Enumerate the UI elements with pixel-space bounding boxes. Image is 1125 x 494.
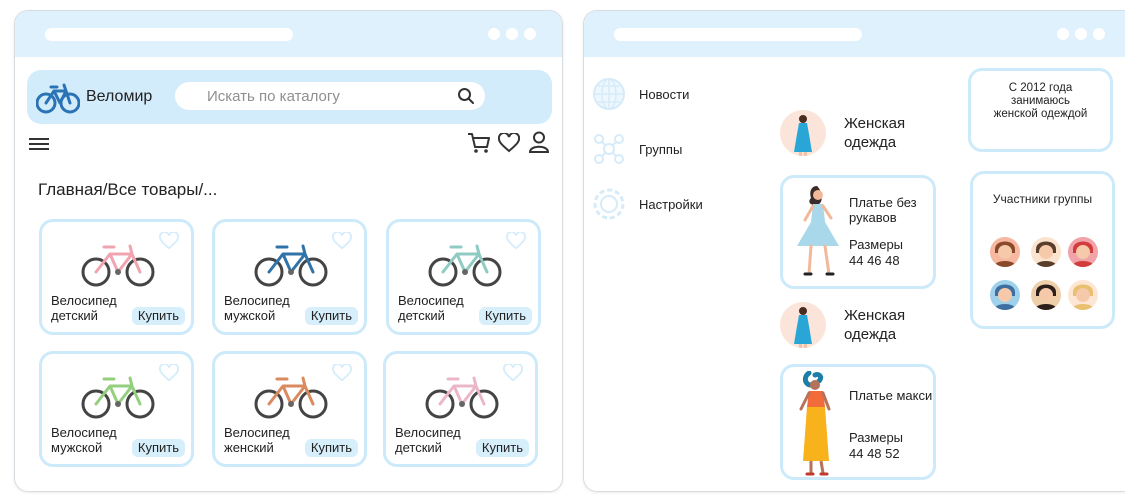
person-icon [1072,241,1094,267]
favorite-heart-icon[interactable] [503,364,523,382]
product-card[interactable]: Велосипед мужской Купить [212,219,367,335]
window-titlebar [15,11,562,57]
cart-icon[interactable] [467,132,491,154]
person-icon [1035,241,1057,267]
address-bar[interactable] [614,28,862,41]
brand-name[interactable]: Веломир [86,88,152,106]
post-header[interactable]: Женская одежда [780,302,934,348]
product-title[interactable]: Велосипед детский [395,425,475,455]
window-dot[interactable] [1093,28,1105,40]
product-card[interactable]: Велосипед детский Купить [383,351,538,467]
person-icon [1035,284,1057,310]
shop-window: Веломир Искать по каталогу Главная/Все т… [14,10,563,492]
search-input[interactable]: Искать по каталогу [175,82,485,110]
globe-icon [593,78,625,110]
member-avatar[interactable] [1031,280,1061,310]
about-text: С 2012 года занимаюсь женской одеждой [993,82,1088,120]
person-icon [994,284,1016,310]
product-title[interactable]: Велосипед детский [398,293,478,323]
favorite-heart-icon[interactable] [506,232,526,250]
sizes-label: Размеры [849,430,904,445]
item-name: Платье без рукавов [849,195,917,225]
search-placeholder: Искать по каталогу [207,88,340,105]
nav-item-news[interactable]: Новости [592,77,689,111]
bicycle-image [81,244,155,287]
buy-button[interactable]: Купить [131,439,185,457]
sizes-values: 44 46 48 [849,253,900,268]
buy-button[interactable]: Купить [304,307,358,325]
favorite-heart-icon[interactable] [332,232,352,250]
favorite-heart-icon[interactable] [159,232,179,250]
window-dot[interactable] [488,28,500,40]
window-dot[interactable] [506,28,518,40]
nav-label: Группы [639,141,683,157]
woman-dress-icon [794,115,812,156]
favorite-heart-icon[interactable] [159,364,179,382]
address-bar[interactable] [45,28,293,41]
bicycle-logo-icon[interactable] [36,79,80,115]
product-card[interactable]: Велосипед детский Купить [39,219,194,335]
shop-header: Веломир Искать по каталогу [27,70,552,124]
woman-dress-icon [794,307,812,348]
product-title[interactable]: Велосипед детский [51,293,131,323]
person-icon [994,241,1016,267]
bicycle-image [425,376,499,419]
nav-label: Новости [639,86,690,102]
member-avatar[interactable] [990,237,1020,267]
buy-button[interactable]: Купить [131,307,185,325]
window-dot[interactable] [524,28,536,40]
bicycle-image [81,376,155,419]
buy-button[interactable]: Купить [304,439,358,457]
bicycle-image [254,244,328,287]
members-title: Участники группы [992,192,1093,206]
buy-button[interactable]: Купить [475,439,529,457]
user-icon[interactable] [528,131,550,153]
product-card[interactable]: Платье без рукавов Размеры 44 46 48 [780,175,936,289]
product-card[interactable]: Платье макси Размеры 44 48 52 [780,364,936,480]
product-title[interactable]: Велосипед женский [224,425,304,455]
menu-icon[interactable] [28,136,50,152]
avatar[interactable] [780,302,826,348]
group-icon [594,134,624,164]
bicycle-image [428,244,502,287]
members-box: Участники группы [970,171,1115,329]
window-titlebar [584,11,1125,57]
woman-dress-icon [799,371,831,476]
item-name: Платье макси [849,388,933,403]
nav-item-settings[interactable]: Настройки [592,187,703,221]
product-card[interactable]: Велосипед женский Купить [212,351,367,467]
settings-icon [593,188,625,220]
avatar[interactable] [780,110,826,156]
member-avatar[interactable] [1031,237,1061,267]
window-dot[interactable] [1075,28,1087,40]
heart-icon[interactable] [498,133,520,153]
product-title[interactable]: Велосипед мужской [224,293,304,323]
nav-item-groups[interactable]: Группы [592,132,682,166]
product-card[interactable]: Велосипед мужской Купить [39,351,194,467]
sizes-values: 44 48 52 [849,446,900,461]
search-icon[interactable] [457,87,475,105]
buy-button[interactable]: Купить [478,307,532,325]
about-box: С 2012 года занимаюсь женской одеждой [968,68,1113,152]
favorite-heart-icon[interactable] [332,364,352,382]
member-avatar[interactable] [1068,280,1098,310]
breadcrumb[interactable]: Главная/Все товары/... [38,180,217,200]
social-window: Новости Группы Настройки Женская одежда [583,10,1125,492]
window-controls [488,28,536,40]
nav-label: Настройки [639,196,703,212]
person-icon [1072,284,1094,310]
member-avatar[interactable] [1068,237,1098,267]
post-title: Женская одежда [844,307,906,343]
post-header[interactable]: Женская одежда [780,110,934,156]
woman-dress-icon [797,186,839,276]
bicycle-image [254,376,328,419]
window-dot[interactable] [1057,28,1069,40]
sizes-label: Размеры [849,237,904,252]
window-controls [1057,28,1105,40]
post-title: Женская одежда [844,115,906,151]
member-avatar[interactable] [990,280,1020,310]
product-card[interactable]: Велосипед детский Купить [386,219,541,335]
product-title[interactable]: Велосипед мужской [51,425,131,455]
